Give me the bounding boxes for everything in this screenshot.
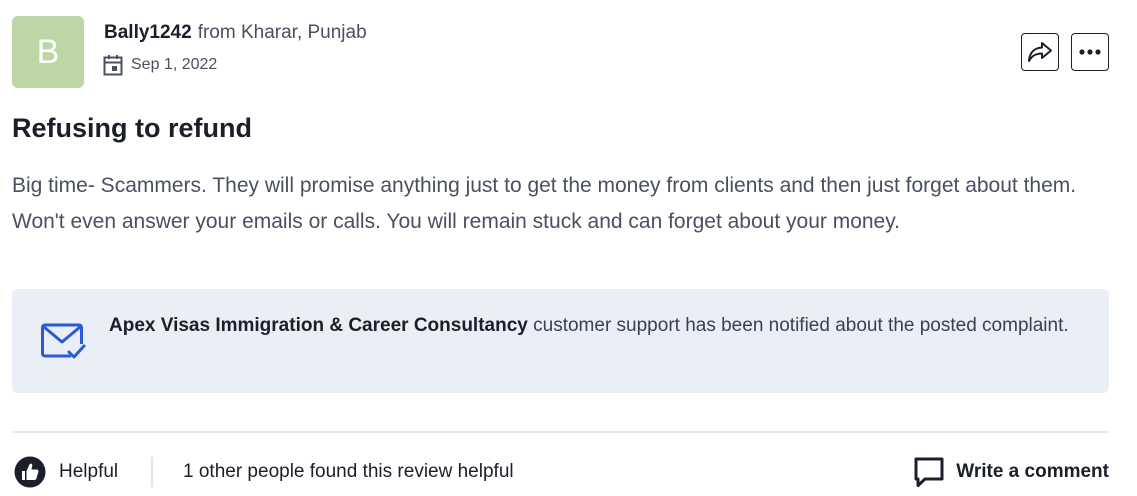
more-dots-icon [1079, 49, 1101, 55]
footer-separator [151, 457, 153, 487]
review-body: Big time- Scammers. They will promise an… [12, 174, 1077, 233]
helpful-button[interactable]: Helpful [14, 456, 118, 488]
more-options-button[interactable] [1071, 33, 1109, 71]
notification-text: Apex Visas Immigration & Career Consulta… [109, 309, 1089, 342]
author-name[interactable]: Bally1242 [104, 22, 192, 43]
divider [12, 431, 1109, 433]
notification-message: customer support has been notified about… [533, 315, 1069, 336]
review-title: Refusing to refund [12, 113, 252, 143]
share-button[interactable] [1021, 33, 1059, 71]
review-date: Sep 1, 2022 [103, 54, 217, 76]
mail-check-icon [41, 323, 86, 359]
calendar-icon [103, 55, 123, 76]
company-name[interactable]: Apex Visas Immigration & Career Consulta… [109, 315, 528, 336]
avatar: B [12, 16, 84, 88]
helpful-count: 1 other people found this review helpful [183, 461, 514, 482]
author-info: Bally1242 from Kharar, Punjab [104, 22, 367, 44]
thumbs-up-icon [14, 456, 46, 488]
review-date-text: Sep 1, 2022 [131, 56, 218, 73]
author-location: from Kharar, Punjab [197, 22, 367, 43]
helpful-label: Helpful [59, 461, 119, 482]
write-comment-button[interactable]: Write a comment [913, 456, 1109, 488]
write-comment-label: Write a comment [956, 461, 1109, 482]
comment-icon [914, 457, 944, 487]
share-arrow-icon [1028, 42, 1052, 62]
notification-banner: Apex Visas Immigration & Career Consulta… [12, 289, 1109, 393]
